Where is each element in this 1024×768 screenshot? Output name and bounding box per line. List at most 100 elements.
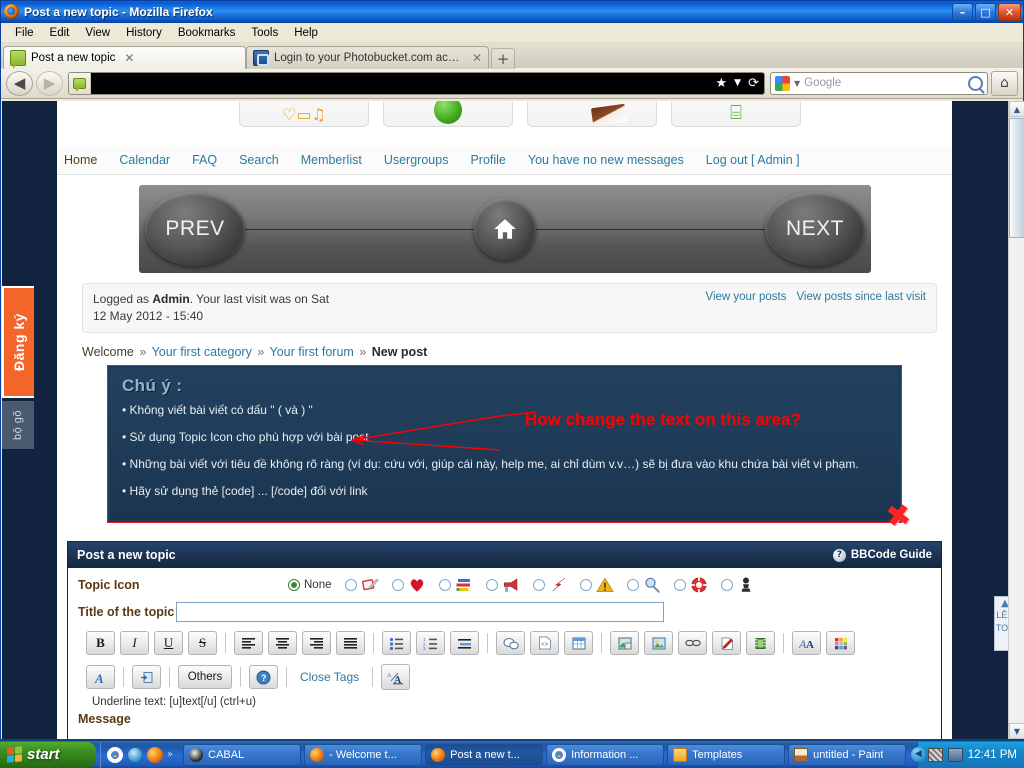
- reload-icon[interactable]: ⟳: [748, 76, 759, 91]
- quote-button[interactable]: [496, 631, 525, 655]
- nav-link-logout[interactable]: Log out [ Admin ]: [706, 153, 800, 167]
- page-scrollbar[interactable]: ▲ ▼: [1008, 101, 1024, 739]
- internet-explorer-icon[interactable]: [127, 746, 143, 763]
- save-image-button[interactable]: [610, 631, 639, 655]
- radio-lifebuoy[interactable]: [673, 579, 686, 591]
- taskbar-item-templates[interactable]: Templates: [667, 743, 786, 766]
- history-dropdown-icon[interactable]: ▼: [734, 78, 741, 88]
- numbered-list-button[interactable]: 1 2 3: [416, 631, 445, 655]
- topic-icon-option-lifebuoy[interactable]: [673, 576, 708, 594]
- radio-none[interactable]: [288, 579, 300, 591]
- insert-image-button[interactable]: [644, 631, 673, 655]
- others-button[interactable]: Others: [178, 665, 232, 689]
- topic-icon-option-bars[interactable]: [438, 576, 473, 594]
- banner-box-3[interactable]: [527, 101, 657, 127]
- nav-link-search[interactable]: Search: [239, 153, 279, 167]
- topic-icon-option-arrow[interactable]: [532, 576, 567, 594]
- topic-icon-option-none[interactable]: None: [288, 579, 332, 591]
- search-input[interactable]: Google: [804, 77, 964, 89]
- quicklaunch-chevron-icon[interactable]: »: [167, 749, 173, 760]
- topic-icon-option-notepad[interactable]: [344, 576, 379, 594]
- firefox-icon[interactable]: [147, 746, 163, 763]
- radio-notepad[interactable]: [344, 579, 357, 591]
- nav-link-calendar[interactable]: Calendar: [119, 153, 170, 167]
- address-bar[interactable]: ★ ▼ ⟳: [68, 71, 765, 95]
- align-left-button[interactable]: [234, 631, 263, 655]
- tab-post-a-new-topic[interactable]: Post a new topic ✕: [3, 46, 246, 69]
- align-center-button[interactable]: [268, 631, 297, 655]
- address-bar-redacted-url[interactable]: ★ ▼ ⟳: [91, 72, 764, 94]
- register-side-tab[interactable]: Đăng ký: [2, 286, 34, 398]
- view-posts-since-last-visit-link[interactable]: View posts since last visit: [796, 291, 926, 303]
- insert-video-button[interactable]: [746, 631, 775, 655]
- indent-button[interactable]: [450, 631, 479, 655]
- menu-history[interactable]: History: [118, 25, 170, 41]
- new-tab-button[interactable]: +: [491, 48, 515, 69]
- tab-photobucket-login[interactable]: Login to your Photobucket.com account ✕: [246, 46, 489, 69]
- underline-button[interactable]: U: [154, 631, 183, 655]
- color-palette-button[interactable]: [826, 631, 855, 655]
- topic-title-input[interactable]: [176, 602, 664, 622]
- search-bar[interactable]: ▼ Google: [770, 71, 988, 95]
- topic-icon-option-warning[interactable]: [579, 576, 614, 594]
- maximize-button[interactable]: □: [975, 3, 996, 21]
- next-button[interactable]: NEXT: [765, 192, 865, 266]
- radio-magnifier[interactable]: [626, 579, 639, 591]
- search-engine-dropdown-icon[interactable]: ▼: [794, 79, 800, 88]
- radio-pawn[interactable]: [720, 579, 733, 591]
- menu-edit[interactable]: Edit: [42, 25, 78, 41]
- display-icon[interactable]: [947, 747, 963, 762]
- bold-button[interactable]: B: [86, 631, 115, 655]
- nav-link-home[interactable]: Home: [64, 153, 97, 167]
- toggle-wysiwyg-button[interactable]: A A: [381, 664, 411, 690]
- home-button[interactable]: ⌂: [991, 70, 1018, 96]
- taskbar-item-post-a-new-topic[interactable]: Post a new t...: [425, 743, 544, 766]
- close-button[interactable]: ✕: [998, 3, 1021, 21]
- align-right-button[interactable]: [302, 631, 331, 655]
- chrome-icon[interactable]: [107, 746, 123, 763]
- nav-link-memberlist[interactable]: Memberlist: [301, 153, 362, 167]
- code-button[interactable]: <>: [530, 631, 559, 655]
- nav-link-messages[interactable]: You have no new messages: [528, 153, 684, 167]
- start-button[interactable]: start: [0, 741, 96, 768]
- radio-megaphone[interactable]: [485, 579, 498, 591]
- menu-tools[interactable]: Tools: [243, 25, 286, 41]
- banner-box-4[interactable]: ⌸: [671, 101, 801, 127]
- insert-link-button[interactable]: [678, 631, 707, 655]
- font-size-button[interactable]: A: [86, 665, 115, 689]
- minimize-button[interactable]: –: [952, 3, 973, 21]
- taskbar-item-paint[interactable]: untitled - Paint: [788, 743, 907, 766]
- scrollbar-thumb[interactable]: [1009, 118, 1024, 238]
- prev-button[interactable]: PREV: [145, 192, 245, 266]
- menu-view[interactable]: View: [77, 25, 118, 41]
- tab-close-icon[interactable]: ✕: [124, 51, 134, 65]
- topic-icon-option-heart[interactable]: [391, 576, 426, 594]
- nav-link-profile[interactable]: Profile: [470, 153, 505, 167]
- topic-icon-option-pawn[interactable]: [720, 576, 755, 594]
- topic-icon-option-magnifier[interactable]: [626, 576, 661, 594]
- nav-link-usergroups[interactable]: Usergroups: [384, 153, 449, 167]
- breadcrumb-category-link[interactable]: Your first category: [152, 345, 252, 359]
- edit-pen-button[interactable]: [712, 631, 741, 655]
- scroll-up-button[interactable]: ▲: [1009, 101, 1024, 117]
- tray-expand-icon[interactable]: ◀: [910, 746, 926, 762]
- banner-box-1[interactable]: ♡▭♫: [239, 101, 369, 127]
- bullet-list-button[interactable]: [382, 631, 411, 655]
- radio-arrow[interactable]: [532, 579, 545, 591]
- help-button[interactable]: ?: [249, 665, 278, 689]
- taskbar-item-welcome[interactable]: - Welcome t...: [304, 743, 423, 766]
- banner-box-2[interactable]: [383, 101, 513, 127]
- tab-close-icon[interactable]: ✕: [472, 51, 482, 65]
- taskbar-item-cabal[interactable]: CABAL: [183, 743, 302, 766]
- forward-button[interactable]: ▶: [36, 70, 63, 96]
- pager-home-button[interactable]: [474, 198, 536, 260]
- taskbar-item-information[interactable]: Information ...: [546, 743, 665, 766]
- scroll-down-button[interactable]: ▼: [1009, 723, 1024, 739]
- menu-file[interactable]: File: [7, 25, 42, 41]
- menu-bookmarks[interactable]: Bookmarks: [170, 25, 244, 41]
- network-icon[interactable]: [927, 747, 943, 762]
- radio-warning[interactable]: [579, 579, 592, 591]
- nav-link-faq[interactable]: FAQ: [192, 153, 217, 167]
- strikethrough-button[interactable]: S: [188, 631, 217, 655]
- search-magnifier-icon[interactable]: [968, 75, 983, 91]
